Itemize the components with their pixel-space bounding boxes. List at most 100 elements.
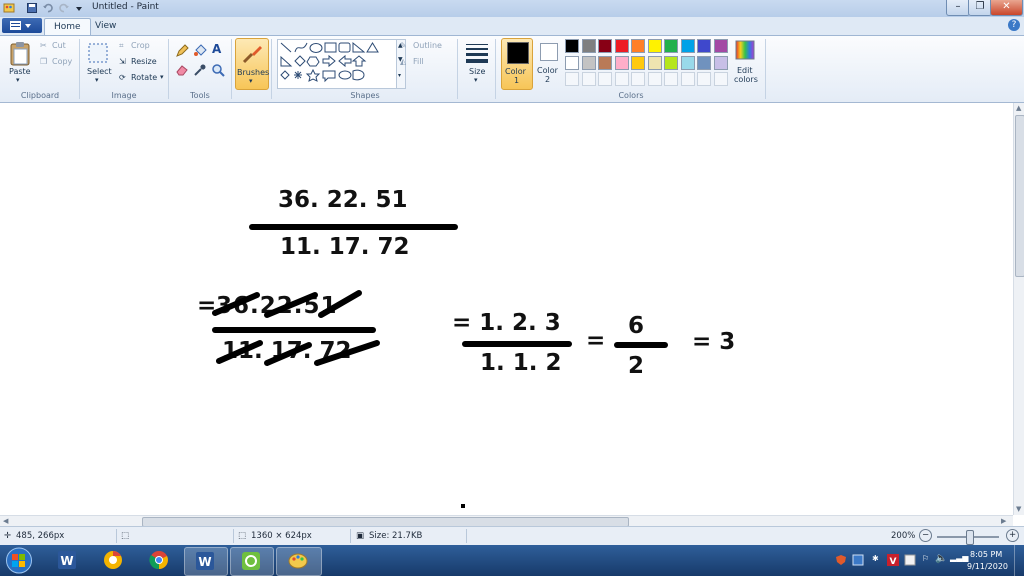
drawing-canvas[interactable]: 36. 22. 51 11. 17. 72 = 36.22.51 11. 17.… (0, 103, 1013, 515)
size-icon[interactable] (465, 42, 489, 64)
palette-custom-slot[interactable] (565, 72, 579, 86)
outline-button[interactable]: Outline (413, 41, 442, 50)
tray-flag-icon[interactable] (904, 554, 916, 566)
show-desktop-button[interactable] (1014, 545, 1024, 576)
palette-swatch[interactable] (614, 55, 629, 70)
bluetooth-icon[interactable]: ✱ (872, 554, 879, 563)
palette-swatch[interactable] (697, 39, 711, 53)
copy-button[interactable]: Copy (52, 57, 72, 66)
shapes-more-icon[interactable]: ▾ (398, 72, 401, 79)
resize-button[interactable]: Resize (131, 57, 157, 66)
action-center-icon[interactable]: ⚐ (922, 554, 929, 563)
color2-button[interactable]: Color 2 (535, 38, 563, 88)
clock-time[interactable]: 8:05 PM (970, 550, 1002, 559)
palette-swatch[interactable] (565, 39, 579, 53)
select-label[interactable]: Select (87, 67, 112, 76)
minimize-button[interactable]: – (946, 0, 970, 16)
select-icon[interactable] (87, 42, 109, 64)
palette-custom-slot[interactable] (614, 72, 629, 86)
help-icon[interactable]: ? (1008, 19, 1020, 31)
start-button-icon[interactable] (4, 547, 34, 574)
zoom-in-button[interactable]: + (1006, 529, 1019, 542)
palette-swatch[interactable] (647, 39, 662, 53)
palette-swatch[interactable] (598, 55, 612, 70)
vertical-scrollbar[interactable]: ▲ ▼ (1013, 103, 1024, 515)
palette-custom-slot[interactable] (713, 72, 728, 86)
taskbar-chrome-button[interactable] (138, 547, 180, 574)
close-button[interactable]: ✕ (990, 0, 1023, 16)
vertical-scroll-thumb[interactable] (1015, 115, 1024, 277)
palette-swatch[interactable] (647, 55, 662, 70)
zoom-slider-thumb[interactable] (966, 530, 974, 545)
tab-view[interactable]: View (86, 18, 125, 34)
fill-bucket-icon[interactable] (193, 44, 207, 58)
palette-custom-slot[interactable] (664, 72, 678, 86)
palette-swatch[interactable] (565, 55, 579, 70)
palette-custom-slot[interactable] (631, 72, 645, 86)
scroll-right-icon[interactable]: ▶ (1001, 517, 1006, 525)
palette-swatch[interactable] (631, 55, 645, 70)
text-tool-icon[interactable]: A (212, 42, 221, 56)
palette-swatch[interactable] (713, 55, 728, 70)
palette-swatch[interactable] (664, 55, 678, 70)
rotate-button[interactable]: Rotate (131, 73, 157, 82)
taskbar-word-button[interactable]: W (46, 547, 88, 574)
palette-swatch[interactable] (631, 39, 645, 53)
edit-colors-label-2[interactable]: colors (734, 75, 758, 84)
scroll-up-icon[interactable]: ▲ (1016, 104, 1021, 112)
tray-v-app-icon[interactable]: V (887, 554, 899, 566)
cut-button[interactable]: Cut (52, 41, 66, 50)
scroll-left-icon[interactable]: ◀ (3, 517, 8, 525)
taskbar-app-button[interactable] (230, 547, 274, 576)
select-dropdown-icon[interactable]: ▾ (95, 76, 99, 84)
color-picker-icon[interactable] (193, 63, 207, 77)
volume-icon[interactable]: 🔈 (935, 553, 947, 564)
palette-swatch[interactable] (664, 39, 678, 53)
palette-custom-slot[interactable] (680, 72, 695, 86)
crop-button[interactable]: Crop (131, 41, 150, 50)
taskbar-word-doc-button[interactable]: W (184, 547, 228, 576)
magnifier-icon[interactable] (211, 63, 225, 77)
clock-date[interactable]: 9/11/2020 (967, 562, 1008, 571)
wifi-signal-icon[interactable]: ▂▃▅ (950, 553, 968, 562)
canvas-resize-handle[interactable] (461, 504, 465, 508)
palette-swatch[interactable] (581, 55, 596, 70)
color1-button[interactable]: Color 1 (501, 38, 533, 90)
edit-colors-label-1[interactable]: Edit (737, 66, 753, 75)
tray-network-app-icon[interactable] (852, 554, 864, 566)
pencil-icon[interactable] (175, 44, 189, 58)
paste-label[interactable]: Paste (9, 67, 31, 76)
eraser-icon[interactable] (175, 63, 189, 77)
rotate-dropdown-icon[interactable]: ▾ (160, 73, 164, 81)
palette-custom-slot[interactable] (697, 72, 711, 86)
shapes-gallery[interactable] (277, 39, 397, 89)
redo-icon[interactable] (58, 2, 70, 14)
taskbar-paint-button[interactable] (276, 547, 322, 576)
save-icon[interactable] (26, 2, 38, 14)
paint-app-icon[interactable] (3, 2, 15, 14)
size-dropdown-icon[interactable]: ▾ (474, 76, 478, 84)
brushes-button[interactable]: Brushes ▾ (235, 38, 269, 90)
taskbar-browser-button[interactable] (92, 547, 134, 574)
palette-custom-slot[interactable] (598, 72, 612, 86)
palette-swatch[interactable] (713, 39, 728, 53)
restore-button[interactable]: ❐ (968, 0, 992, 16)
scroll-down-icon[interactable]: ▼ (1016, 505, 1021, 513)
palette-custom-slot[interactable] (581, 72, 596, 86)
paste-dropdown-icon[interactable]: ▾ (16, 76, 20, 84)
zoom-out-button[interactable]: − (919, 529, 932, 542)
palette-swatch[interactable] (680, 55, 695, 70)
undo-icon[interactable] (42, 2, 54, 14)
palette-swatch[interactable] (581, 39, 596, 53)
paste-icon[interactable] (8, 41, 32, 67)
palette-swatch[interactable] (697, 55, 711, 70)
size-label[interactable]: Size (469, 67, 485, 76)
palette-swatch[interactable] (614, 39, 629, 53)
tray-shield-icon[interactable] (835, 554, 847, 566)
palette-swatch[interactable] (598, 39, 612, 53)
fill-button[interactable]: Fill (413, 57, 424, 66)
edit-colors-icon[interactable] (735, 40, 755, 60)
palette-swatch[interactable] (680, 39, 695, 53)
file-menu-button[interactable] (2, 18, 42, 33)
palette-custom-slot[interactable] (647, 72, 662, 86)
